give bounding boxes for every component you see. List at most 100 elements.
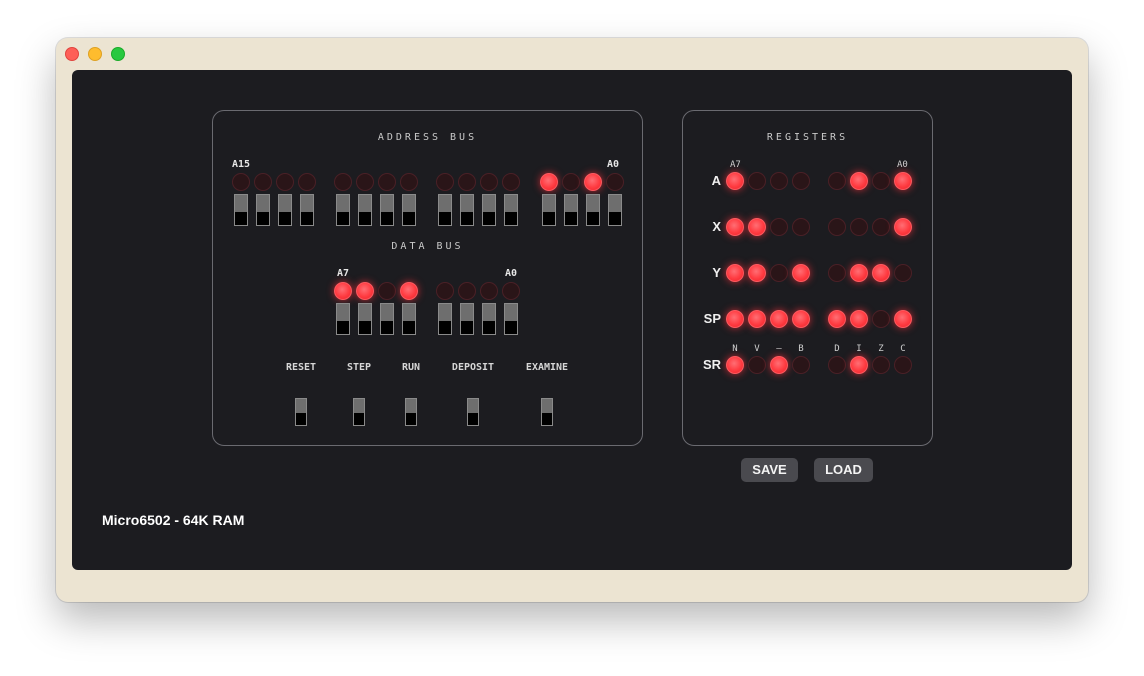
sr-flag-label-4: D (834, 344, 840, 354)
address-switch-a9[interactable] (380, 194, 394, 226)
address-switch-a2[interactable] (564, 194, 578, 226)
address-switch-a6[interactable] (460, 194, 474, 226)
maximize-window-button[interactable] (111, 47, 125, 61)
data-switch-d5[interactable] (380, 303, 394, 335)
register-x-led-7 (726, 218, 744, 236)
register-sp-led-6 (748, 310, 766, 328)
address-led-a11 (334, 173, 352, 191)
sr-flag-label-1: V (754, 344, 760, 354)
data-switch-d1[interactable] (482, 303, 496, 335)
data-led-d6 (356, 282, 374, 300)
register-y-led-2 (850, 264, 868, 282)
address-led-a13 (276, 173, 294, 191)
register-sr-led-0 (894, 356, 912, 374)
register-sp-led-0 (894, 310, 912, 328)
register-sp-led-4 (792, 310, 810, 328)
control-label-reset: RESET (285, 362, 317, 373)
register-a-led-0 (894, 172, 912, 190)
address-switch-a8[interactable] (402, 194, 416, 226)
register-x-led-5 (770, 218, 788, 236)
register-a-led-4 (792, 172, 810, 190)
reset-switch[interactable] (295, 398, 307, 426)
sr-flag-label-7: C (900, 344, 906, 354)
data-led-d5 (378, 282, 396, 300)
address-led-a1 (584, 173, 602, 191)
data-led-d7 (334, 282, 352, 300)
register-a-led-2 (850, 172, 868, 190)
data-bus-title: DATA BUS (391, 241, 464, 252)
address-led-a12 (298, 173, 316, 191)
register-sr-led-5 (770, 356, 788, 374)
address-led-a3 (540, 173, 558, 191)
examine-switch[interactable] (541, 398, 553, 426)
register-sp-led-3 (828, 310, 846, 328)
sr-flag-label-2: – (776, 344, 782, 354)
address-switch-a1[interactable] (586, 194, 600, 226)
deposit-switch[interactable] (467, 398, 479, 426)
address-switch-a14[interactable] (256, 194, 270, 226)
register-a-led-1 (872, 172, 890, 190)
register-y-led-5 (770, 264, 788, 282)
address-switch-a15[interactable] (234, 194, 248, 226)
minimize-window-button[interactable] (88, 47, 102, 61)
register-label-sr: SR (702, 357, 721, 372)
register-sp-led-2 (850, 310, 868, 328)
register-sr-led-2 (850, 356, 868, 374)
register-sp-led-5 (770, 310, 788, 328)
data-switch-d2[interactable] (460, 303, 474, 335)
address-led-a7 (436, 173, 454, 191)
step-switch[interactable] (353, 398, 365, 426)
data-bus-lsb-label: A0 (505, 268, 518, 279)
register-sr-led-7 (726, 356, 744, 374)
register-label-a: A (711, 173, 721, 188)
address-bus-lsb-label: A0 (607, 159, 620, 170)
bus-panel: ADDRESS BUS A15 A0 DATA BUS A7 A0 RESET S… (212, 110, 643, 446)
registers-title: REGISTERS (766, 132, 849, 143)
address-bus-msb-label: A15 (232, 159, 251, 170)
data-switch-d0[interactable] (504, 303, 518, 335)
sr-flag-label-3: B (798, 344, 804, 354)
data-switch-d7[interactable] (336, 303, 350, 335)
load-button[interactable]: LOAD (814, 458, 873, 482)
address-led-a8 (400, 173, 418, 191)
status-text: Micro6502 - 64K RAM (102, 512, 245, 528)
data-switch-d3[interactable] (438, 303, 452, 335)
data-switch-d4[interactable] (402, 303, 416, 335)
data-led-d4 (400, 282, 418, 300)
control-label-step: STEP (346, 362, 372, 373)
address-switch-a10[interactable] (358, 194, 372, 226)
address-bus-title: ADDRESS BUS (377, 132, 478, 143)
register-a-led-7 (726, 172, 744, 190)
register-x-led-1 (872, 218, 890, 236)
address-switch-a11[interactable] (336, 194, 350, 226)
address-led-a2 (562, 173, 580, 191)
address-switch-a12[interactable] (300, 194, 314, 226)
address-led-a15 (232, 173, 250, 191)
data-switch-d6[interactable] (358, 303, 372, 335)
register-x-led-3 (828, 218, 846, 236)
sr-flag-label-0: N (732, 344, 738, 354)
register-y-led-1 (872, 264, 890, 282)
control-label-deposit: DEPOSIT (451, 362, 495, 373)
address-led-a9 (378, 173, 396, 191)
address-switch-a5[interactable] (482, 194, 496, 226)
register-label-sp: SP (703, 311, 721, 326)
address-led-a10 (356, 173, 374, 191)
data-led-d3 (436, 282, 454, 300)
registers-panel: REGISTERS A7 A0 A X Y SP SR N V – B D I Z C (682, 110, 933, 446)
register-a-led-6 (748, 172, 766, 190)
address-switch-a3[interactable] (542, 194, 556, 226)
registers-msb-label: A7 (730, 160, 741, 170)
close-window-button[interactable] (65, 47, 79, 61)
save-button[interactable]: SAVE (741, 458, 798, 482)
address-switch-a13[interactable] (278, 194, 292, 226)
registers-lsb-label: A0 (897, 160, 908, 170)
register-sp-led-7 (726, 310, 744, 328)
run-switch[interactable] (405, 398, 417, 426)
address-switch-a0[interactable] (608, 194, 622, 226)
address-switch-a4[interactable] (504, 194, 518, 226)
address-switch-a7[interactable] (438, 194, 452, 226)
register-sr-led-6 (748, 356, 766, 374)
register-x-led-2 (850, 218, 868, 236)
register-label-y: Y (712, 265, 721, 280)
